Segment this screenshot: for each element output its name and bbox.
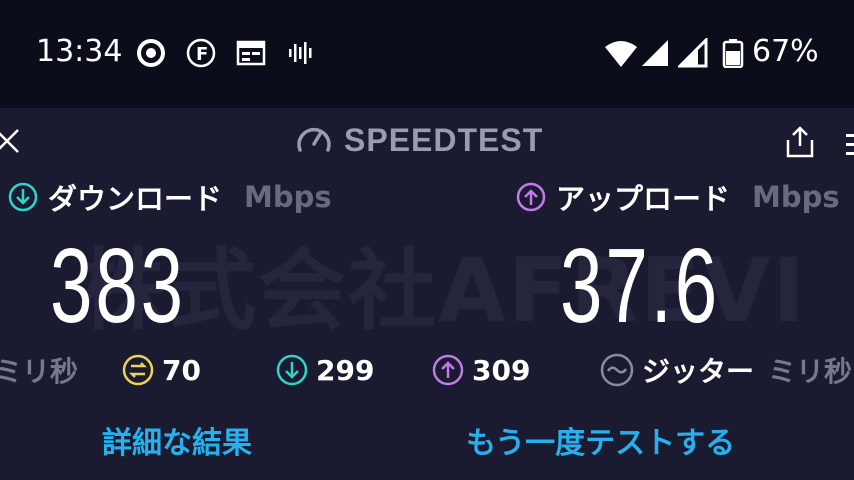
download-label-text: ダウンロード — [48, 182, 223, 216]
upload-label: アップロード Mbps — [516, 176, 840, 218]
download-value: 383 — [50, 227, 186, 345]
battery-icon — [722, 39, 744, 68]
upload-label-text: アップロード — [556, 182, 731, 216]
title-text: SPEEDTEST — [344, 121, 544, 158]
upload-ping-icon — [432, 354, 464, 386]
svg-text:F: F — [196, 44, 208, 65]
ping-icon — [122, 354, 154, 386]
ping-stat: 70 — [122, 350, 201, 390]
signal-icon — [642, 40, 668, 66]
calendar-icon — [236, 40, 266, 66]
close-icon[interactable] — [0, 124, 26, 160]
upload-value: 37.6 — [560, 227, 721, 345]
ping-unit-left-text: ミリ秒 — [0, 355, 79, 388]
gauge-icon — [297, 127, 331, 152]
download-arrow-icon — [8, 182, 38, 212]
chrome-icon — [137, 39, 165, 67]
download-ping-stat: 299 — [276, 350, 374, 390]
upload-ping-stat: 309 — [432, 350, 530, 390]
status-bar: 13:34 F 67% — [0, 0, 854, 108]
status-time: 13:34 — [36, 34, 123, 69]
jitter-stat: ジッター ミリ秒 — [600, 350, 852, 390]
details-link[interactable]: 詳細な結果 — [102, 418, 252, 462]
ping-value: 70 — [162, 353, 201, 387]
audio-wave-icon — [289, 42, 312, 64]
jitter-icon — [600, 353, 634, 387]
download-ping-value: 299 — [316, 353, 375, 387]
share-icon[interactable] — [782, 124, 818, 160]
download-unit: Mbps — [244, 180, 332, 214]
jitter-unit: ミリ秒 — [768, 355, 853, 388]
signal-icon — [678, 38, 708, 68]
app-title: SPEEDTEST — [296, 118, 543, 162]
download-ping-icon — [276, 354, 308, 386]
menu-icon[interactable] — [840, 126, 854, 162]
ping-unit-left: ミリ秒 — [0, 350, 78, 390]
upload-ping-value: 309 — [472, 353, 531, 387]
upload-unit: Mbps — [752, 180, 840, 214]
jitter-label: ジッター — [642, 355, 755, 388]
f-app-icon: F — [186, 38, 216, 68]
wifi-icon — [605, 41, 637, 67]
upload-arrow-icon — [516, 182, 546, 212]
download-label: ダウンロード Mbps — [8, 176, 332, 218]
retest-link[interactable]: もう一度テストする — [466, 418, 735, 462]
battery-percent: 67% — [752, 34, 819, 69]
